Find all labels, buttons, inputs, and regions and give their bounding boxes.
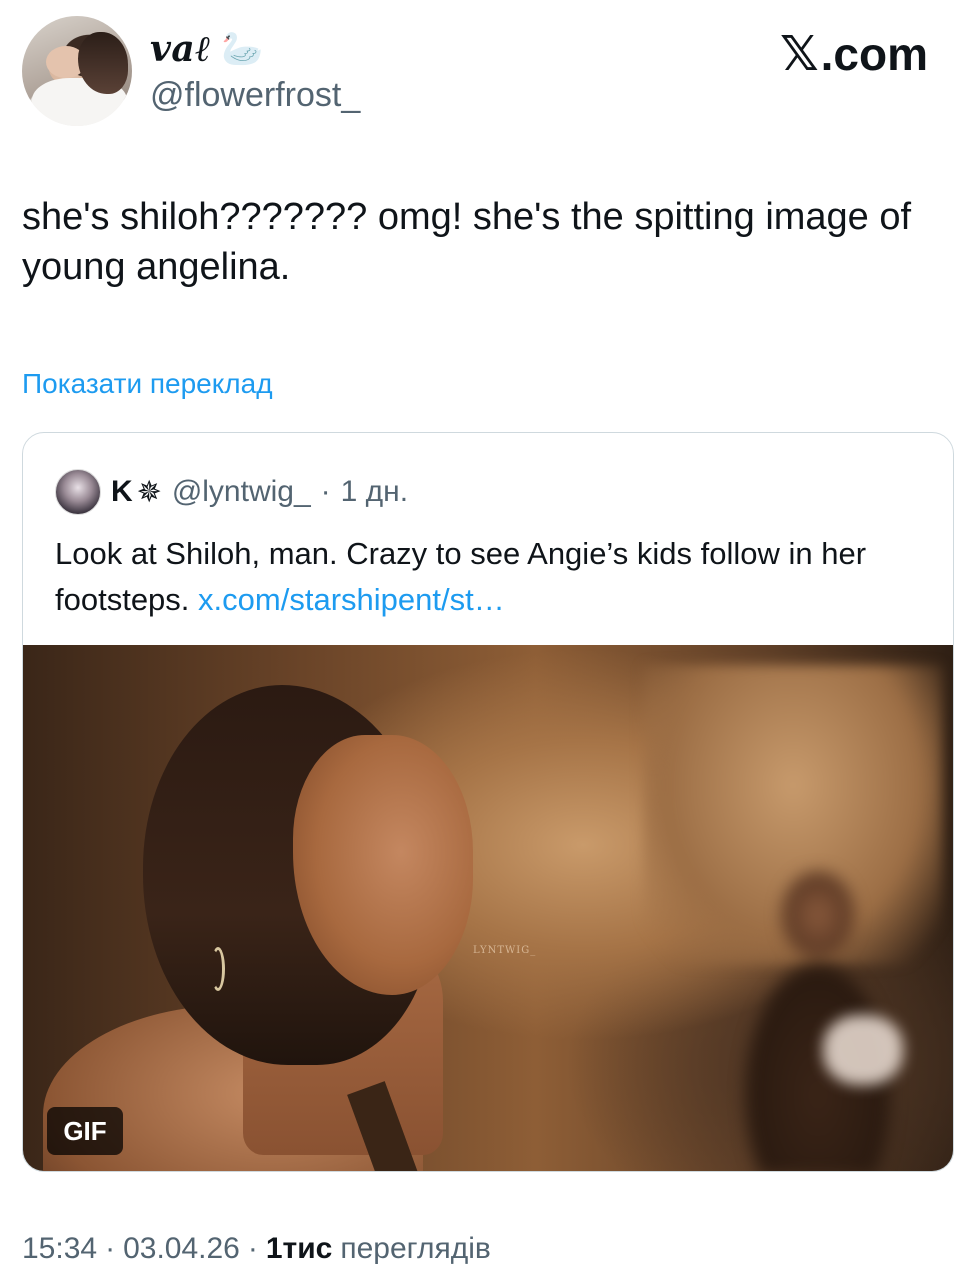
gif-media[interactable]: LYNTWIG_ GIF [23, 645, 953, 1171]
brand-suffix: .com [820, 28, 928, 80]
quote-timestamp[interactable]: 1 дн. [341, 475, 408, 509]
tweet-time[interactable]: 15:34 [22, 1232, 97, 1266]
media-background-figure [723, 845, 913, 1171]
separator-dot: · [105, 1232, 116, 1265]
views-count[interactable]: 1тис [266, 1232, 333, 1266]
user-handle[interactable]: @flowerfrost_ [150, 76, 360, 115]
sparkle-icon: ✵ [136, 475, 162, 509]
quoted-tweet-card[interactable]: K ✵ @lyntwig_ · 1 дн. Look at Shiloh, ma… [22, 432, 954, 1172]
media-watermark: LYNTWIG_ [473, 945, 537, 956]
x-logo-icon: 𝕏 [779, 28, 819, 81]
quote-handle[interactable]: @lyntwig_ [172, 475, 311, 509]
quote-display-name[interactable]: K ✵ [111, 475, 162, 510]
gif-badge[interactable]: GIF [47, 1107, 123, 1155]
media-earring [211, 947, 225, 991]
tweet-text: she's shiloh??????? omg! she's the spitt… [22, 196, 912, 288]
brand-logo: 𝕏 .com [780, 26, 928, 82]
display-name[interactable]: vaℓ 🦢 [150, 28, 264, 70]
views-label: переглядів [340, 1232, 491, 1265]
quote-text: Look at Shiloh, man. Crazy to see Angie’… [55, 531, 925, 623]
tweet-date[interactable]: 03.04.26 [123, 1232, 240, 1266]
quote-header: K ✵ @lyntwig_ · 1 дн. [55, 469, 408, 515]
quote-link[interactable]: x.com/starshipent/st… [198, 582, 505, 617]
display-name-text: vaℓ [150, 28, 212, 70]
swan-icon: 🦢 [221, 29, 264, 69]
quote-avatar[interactable] [55, 469, 101, 515]
quote-name-text: K [111, 475, 133, 508]
media-background-hand [823, 1015, 903, 1085]
profile-avatar[interactable] [22, 16, 132, 126]
show-translation-link[interactable]: Показати переклад [22, 368, 273, 400]
separator-dot: · [247, 1232, 258, 1265]
tweet-meta: 15:34 · 03.04.26 · 1тис переглядів [22, 1232, 491, 1266]
separator-dot: · [320, 475, 331, 508]
